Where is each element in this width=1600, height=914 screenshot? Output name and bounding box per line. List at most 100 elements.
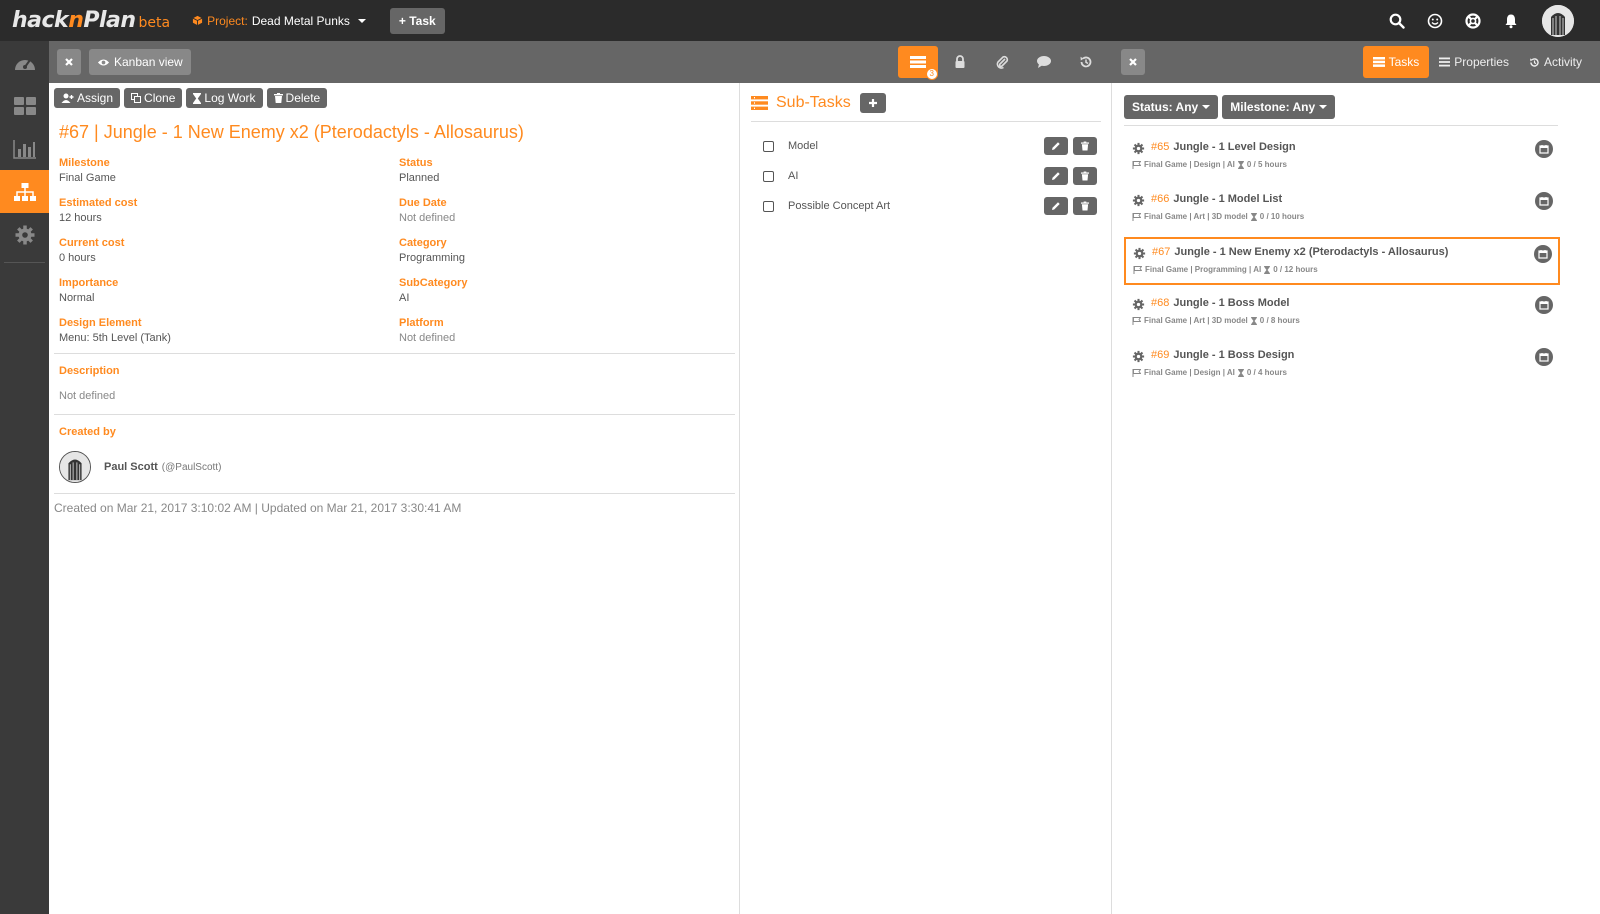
task-card[interactable]: #65 Jungle - 1 Level Design Final Game | … bbox=[1124, 133, 1560, 181]
tab-tasks-label: Tasks bbox=[1388, 55, 1420, 69]
prop-platform[interactable]: Platform Not defined bbox=[399, 317, 719, 344]
subtask-label[interactable]: Possible Concept Art bbox=[788, 200, 1039, 212]
logo-text-n: n bbox=[68, 8, 84, 33]
prop-subcategory[interactable]: SubCategory AI bbox=[399, 277, 719, 304]
calendar-button[interactable] bbox=[1535, 140, 1553, 158]
user-avatar[interactable] bbox=[1542, 4, 1574, 37]
project-selector[interactable]: Project: Dead Metal Punks bbox=[192, 14, 366, 28]
attachments-tab[interactable] bbox=[982, 46, 1022, 78]
task-card-tags: Final Game | Design | AI bbox=[1144, 160, 1235, 169]
prop-label: Current cost bbox=[59, 237, 125, 249]
gear-icon bbox=[1132, 194, 1145, 207]
creator-handle: (@PaulScott) bbox=[161, 461, 222, 473]
project-name: Dead Metal Punks bbox=[251, 13, 350, 28]
clone-button[interactable]: Clone bbox=[124, 88, 183, 108]
delete-subtask-button[interactable] bbox=[1073, 167, 1097, 185]
subtask-label[interactable]: AI bbox=[788, 170, 1039, 182]
task-card-tags: Final Game | Art | 3D model bbox=[1144, 316, 1248, 325]
milestone-filter-dropdown[interactable]: Milestone: Any bbox=[1222, 95, 1336, 119]
delete-subtask-button[interactable] bbox=[1073, 137, 1097, 155]
gear-icon bbox=[1133, 247, 1146, 260]
milestone-filter-label: Milestone: Any bbox=[1230, 100, 1316, 114]
project-label: Project: bbox=[207, 13, 248, 28]
prop-value: Not defined bbox=[399, 212, 456, 224]
tab-tasks[interactable]: Tasks bbox=[1362, 46, 1430, 78]
task-number: #65 bbox=[1151, 141, 1170, 153]
smiley-icon[interactable] bbox=[1425, 11, 1445, 31]
close-panel-button[interactable] bbox=[57, 49, 81, 75]
task-title[interactable]: #67 | Jungle - 1 New Enemy x2 (Pterodact… bbox=[59, 122, 739, 143]
close-subpanel-button[interactable] bbox=[1121, 49, 1145, 75]
prop-importance[interactable]: Importance Normal bbox=[59, 277, 379, 304]
dependencies-tab[interactable] bbox=[940, 46, 980, 78]
sidebar-item-settings[interactable] bbox=[0, 213, 49, 256]
task-card-meta: Final Game | Art | 3D model 0 / 8 hours bbox=[1132, 316, 1300, 325]
delete-button[interactable]: Delete bbox=[266, 88, 328, 108]
task-card[interactable]: #69 Jungle - 1 Boss Design Final Game | D… bbox=[1124, 341, 1560, 389]
add-subtask-button[interactable] bbox=[859, 93, 886, 113]
status-filter-dropdown[interactable]: Status: Any bbox=[1124, 95, 1219, 119]
plus-icon bbox=[868, 99, 877, 107]
prop-current-cost[interactable]: Current cost 0 hours bbox=[59, 237, 379, 264]
tab-properties-label: Properties bbox=[1454, 55, 1509, 69]
tab-activity[interactable]: Activity bbox=[1519, 46, 1592, 78]
cube-icon bbox=[192, 15, 203, 26]
subtasks-tab[interactable]: 3 bbox=[898, 46, 938, 80]
help-lifebuoy-icon[interactable] bbox=[1463, 11, 1483, 31]
task-name: Jungle - 1 Level Design bbox=[1173, 141, 1296, 153]
prop-value: Final Game bbox=[59, 172, 116, 184]
clone-label: Clone bbox=[144, 91, 176, 105]
hourglass-icon bbox=[1264, 265, 1271, 274]
task-list: #65 Jungle - 1 Level Design Final Game | … bbox=[1124, 133, 1560, 389]
assign-button[interactable]: Assign bbox=[54, 88, 121, 108]
sidebar-item-hierarchy[interactable] bbox=[0, 170, 49, 213]
prop-estimated-cost[interactable]: Estimated cost 12 hours bbox=[59, 197, 379, 224]
history-tab[interactable] bbox=[1066, 46, 1106, 78]
bell-icon[interactable] bbox=[1501, 11, 1521, 31]
task-card-meta: Final Game | Design | AI 0 / 5 hours bbox=[1132, 160, 1287, 169]
sidebar-item-metrics[interactable] bbox=[0, 127, 49, 170]
prop-category[interactable]: Category Programming bbox=[399, 237, 719, 264]
delete-subtask-button[interactable] bbox=[1073, 197, 1097, 215]
calendar-button[interactable] bbox=[1535, 348, 1553, 366]
hourglass-icon bbox=[1250, 316, 1257, 325]
copy-icon bbox=[131, 93, 142, 103]
sidebar-item-board[interactable] bbox=[0, 84, 49, 127]
description-value[interactable]: Not defined bbox=[59, 390, 115, 402]
creator-avatar[interactable] bbox=[59, 451, 91, 483]
edit-subtask-button[interactable] bbox=[1044, 197, 1068, 215]
paperclip-icon bbox=[996, 55, 1009, 69]
task-card[interactable]: #66 Jungle - 1 Model List Final Game | Ar… bbox=[1124, 185, 1560, 233]
prop-status[interactable]: Status Planned bbox=[399, 157, 719, 184]
prop-design-element[interactable]: Design Element Menu: 5th Level (Tank) bbox=[59, 317, 379, 344]
calendar-button[interactable] bbox=[1535, 192, 1553, 210]
calendar-button[interactable] bbox=[1534, 245, 1552, 263]
edit-subtask-button[interactable] bbox=[1044, 137, 1068, 155]
comments-tab[interactable] bbox=[1024, 46, 1064, 78]
prop-milestone[interactable]: Milestone Final Game bbox=[59, 157, 379, 184]
list-icon bbox=[1372, 57, 1385, 67]
kanban-view-button[interactable]: Kanban view bbox=[89, 49, 191, 75]
subtask-label[interactable]: Model bbox=[788, 140, 1039, 152]
subtask-checkbox[interactable] bbox=[763, 140, 774, 152]
prop-due-date[interactable]: Due Date Not defined bbox=[399, 197, 719, 224]
hourglass-icon bbox=[193, 92, 202, 104]
task-card-tags: Final Game | Programming | AI bbox=[1145, 265, 1262, 274]
timestamps: Created on Mar 21, 2017 3:10:02 AM | Upd… bbox=[54, 501, 462, 515]
edit-subtask-button[interactable] bbox=[1044, 167, 1068, 185]
search-icon[interactable] bbox=[1387, 11, 1407, 31]
sidebar-item-dashboard[interactable] bbox=[0, 41, 49, 84]
task-card-selected[interactable]: #67 Jungle - 1 New Enemy x2 (Pterodactyls… bbox=[1124, 237, 1560, 285]
task-card[interactable]: #68 Jungle - 1 Boss Model Final Game | Ar… bbox=[1124, 289, 1560, 337]
pencil-icon bbox=[1052, 202, 1060, 210]
app-logo[interactable]: hacknPlan beta bbox=[12, 8, 170, 33]
subtask-checkbox[interactable] bbox=[763, 200, 774, 212]
subtask-checkbox[interactable] bbox=[763, 170, 774, 182]
tab-properties[interactable]: Properties bbox=[1429, 46, 1519, 78]
add-task-button[interactable]: + Task bbox=[389, 7, 445, 34]
creator-name: Paul Scott bbox=[104, 461, 158, 473]
hourglass-icon bbox=[1237, 160, 1244, 169]
calendar-button[interactable] bbox=[1535, 296, 1553, 314]
log-work-button[interactable]: Log Work bbox=[186, 88, 263, 108]
prop-value: Planned bbox=[399, 172, 440, 184]
